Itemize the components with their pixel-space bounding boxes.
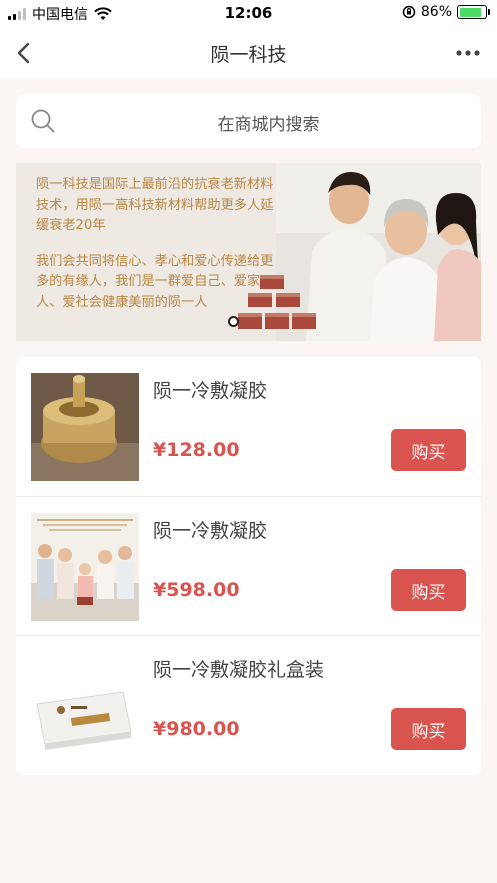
- product-price: ¥598.00: [153, 579, 240, 601]
- battery-percent: 86%: [420, 4, 452, 20]
- product-image: [31, 513, 139, 621]
- product-item[interactable]: 陨一冷敷凝胶 ¥598.00 购买: [16, 496, 481, 635]
- buy-button[interactable]: 购买: [391, 708, 466, 750]
- product-item[interactable]: 陨一冷敷凝胶礼盒装 ¥980.00 购买: [16, 635, 481, 774]
- battery-fill: [459, 7, 481, 17]
- search-placeholder: 在商城内搜索: [217, 115, 320, 135]
- product-item[interactable]: 陨一冷敷凝胶 ¥128.00 购买: [16, 357, 481, 496]
- battery-icon: [457, 5, 490, 19]
- product-boxes-image: [238, 275, 316, 329]
- promo-banner[interactable]: 陨一科技是国际上最前沿的抗衰老新材料技术，用陨一高科技新材料帮助更多人延缓衰老2…: [16, 163, 481, 341]
- product-price: ¥128.00: [153, 439, 240, 461]
- page-title: 陨一科技: [210, 44, 287, 66]
- nav-bar: 陨一科技: [0, 28, 497, 78]
- ellipsis-icon[interactable]: [453, 40, 483, 66]
- search-icon: [31, 109, 55, 133]
- product-price: ¥980.00: [153, 718, 240, 740]
- product-image: [31, 652, 139, 760]
- product-list: 陨一冷敷凝胶 ¥128.00 购买 陨一冷敷凝胶 ¥598.00 购买 陨一冷敷…: [16, 357, 481, 775]
- product-name: 陨一冷敷凝胶: [153, 380, 268, 402]
- product-name: 陨一冷敷凝胶礼盒装: [153, 659, 325, 681]
- buy-button[interactable]: 购买: [391, 569, 466, 611]
- banner-paragraph-1: 陨一科技是国际上最前沿的抗衰老新材料技术，用陨一高科技新材料帮助更多人延缓衰老2…: [36, 177, 274, 233]
- product-name: 陨一冷敷凝胶: [153, 520, 268, 542]
- status-bar: 中国电信 12:06 86%: [0, 0, 497, 28]
- status-right: 86%: [402, 4, 490, 20]
- product-image: [31, 373, 139, 481]
- carousel-indicator[interactable]: [228, 316, 239, 327]
- search-input[interactable]: 在商城内搜索: [16, 94, 481, 148]
- orientation-lock-icon: [402, 5, 416, 19]
- buy-button[interactable]: 购买: [391, 429, 466, 471]
